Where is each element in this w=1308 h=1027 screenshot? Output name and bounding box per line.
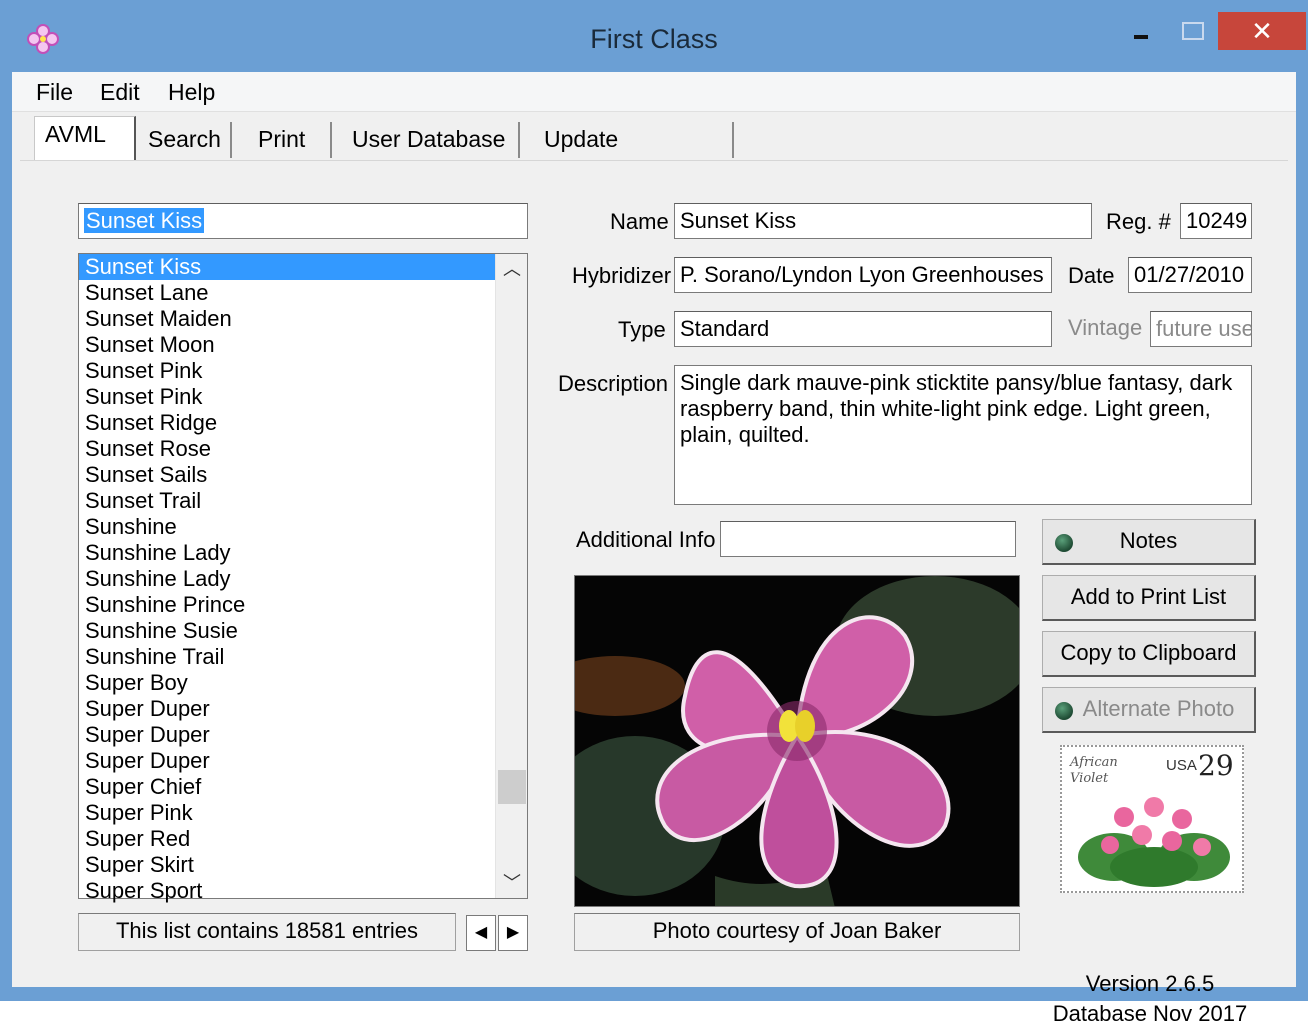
title-bar[interactable]: First Class ✕ (0, 0, 1308, 72)
triangle-left-icon: ◀ (474, 924, 488, 941)
hybridizer-label: Hybridizer (572, 263, 672, 288)
photo-caption: Photo courtesy of Joan Baker (574, 913, 1020, 951)
scroll-thumb[interactable] (498, 770, 526, 804)
tab-search[interactable]: Search (138, 122, 232, 158)
led-indicator-icon (1055, 702, 1073, 720)
date-field[interactable]: 01/27/2010 (1128, 257, 1252, 293)
copy-to-clipboard-button[interactable]: Copy to Clipboard (1042, 631, 1256, 677)
tab-user-database[interactable]: User Database (342, 122, 520, 158)
list-item[interactable]: Sunset Sails (79, 462, 495, 488)
notes-button[interactable]: Notes (1042, 519, 1256, 565)
notes-button-label: Notes (1119, 528, 1178, 553)
variety-list-items: Sunset Kiss Sunset Lane Sunset Maiden Sunse… (79, 254, 495, 904)
window-title: First Class (590, 24, 718, 54)
led-indicator-icon (1055, 534, 1073, 552)
menu-file[interactable]: File (36, 79, 73, 106)
app-window: First Class ✕ File Edit Help AVML Search… (0, 0, 1308, 1026)
search-input-text: Sunset Kiss (84, 208, 205, 233)
menu-bar: File Edit Help (12, 72, 1296, 112)
name-label: Name (610, 209, 669, 234)
database-date-label: Database Nov 2017 (1052, 1001, 1248, 1026)
chevron-up-icon[interactable]: ︿ (496, 254, 528, 284)
additional-info-label: Additional Info (576, 527, 716, 552)
vintage-field: future use (1150, 311, 1252, 347)
close-icon: ✕ (1251, 16, 1273, 46)
list-item[interactable]: Super Red (79, 826, 495, 852)
close-button[interactable]: ✕ (1218, 12, 1306, 50)
list-item[interactable]: Sunset Trail (79, 488, 495, 514)
minimize-button[interactable] (1120, 14, 1166, 50)
list-item[interactable]: Sunshine Trail (79, 644, 495, 670)
list-item[interactable]: Sunset Rose (79, 436, 495, 462)
list-item[interactable]: Super Skirt (79, 852, 495, 878)
list-item[interactable]: Super Boy (79, 670, 495, 696)
list-item[interactable]: Super Duper (79, 696, 495, 722)
description-label: Description (558, 371, 669, 396)
stamp-usa: USA (1166, 757, 1197, 774)
violet-photo (574, 575, 1020, 907)
prev-button[interactable]: ◀ (466, 915, 496, 951)
list-item[interactable]: Sunset Maiden (79, 306, 495, 332)
list-item[interactable]: Super Duper (79, 722, 495, 748)
date-label: Date (1068, 263, 1115, 288)
menu-edit[interactable]: Edit (100, 79, 140, 106)
additional-info-field[interactable] (720, 521, 1016, 557)
version-label: Version 2.6.5 (1085, 971, 1215, 996)
list-item[interactable]: Sunshine Prince (79, 592, 495, 618)
maximize-button[interactable] (1170, 14, 1214, 50)
list-item[interactable]: Super Chief (79, 774, 495, 800)
add-to-print-list-button[interactable]: Add to Print List (1042, 575, 1256, 621)
name-field[interactable]: Sunset Kiss (674, 203, 1092, 239)
list-item[interactable]: Super Pink (79, 800, 495, 826)
stamp-line1: African (1070, 755, 1118, 770)
list-item[interactable]: Sunshine Lady (79, 566, 495, 592)
tab-print[interactable]: Print (248, 122, 332, 158)
list-count-status: This list contains 18581 entries (78, 913, 456, 951)
type-label: Type (618, 317, 666, 342)
reg-number-field[interactable]: 10249 (1180, 203, 1252, 239)
stamp-line2: Violet (1070, 771, 1109, 786)
list-item[interactable]: Super Duper (79, 748, 495, 774)
tab-avml[interactable]: AVML (34, 116, 136, 160)
search-input[interactable]: Sunset Kiss (78, 203, 528, 239)
next-button[interactable]: ▶ (498, 915, 528, 951)
list-item[interactable]: Super Sport (79, 878, 495, 904)
client-area: File Edit Help AVML Search Print User Da… (12, 72, 1296, 1026)
list-item[interactable]: Sunset Pink (79, 384, 495, 410)
chevron-down-icon[interactable]: ﹀ (496, 868, 528, 898)
alternate-photo-label: Alternate Photo (1082, 696, 1235, 721)
menu-help[interactable]: Help (168, 79, 215, 106)
violet-bouquet-icon (1078, 797, 1230, 887)
avml-panel: Sunset Kiss Sunset Kiss Sunset Lane Sunset… (20, 160, 1288, 1026)
list-scrollbar[interactable]: ︿ ﹀ (495, 254, 527, 898)
description-field[interactable]: Single dark mauve-pink sticktite pansy/b… (674, 365, 1252, 505)
triangle-right-icon: ▶ (506, 924, 520, 941)
usa-stamp-image: African Violet USA 29 (1060, 745, 1244, 893)
list-item[interactable]: Sunset Lane (79, 280, 495, 306)
list-item[interactable]: Sunset Kiss (79, 254, 495, 280)
hybridizer-field[interactable]: P. Sorano/Lyndon Lyon Greenhouses (674, 257, 1052, 293)
list-item[interactable]: Sunset Moon (79, 332, 495, 358)
list-item[interactable]: Sunset Pink (79, 358, 495, 384)
type-field[interactable]: Standard (674, 311, 1052, 347)
list-item[interactable]: Sunshine (79, 514, 495, 540)
tab-strip: AVML Search Print User Database Update D… (12, 116, 1296, 186)
list-item[interactable]: Sunset Ridge (79, 410, 495, 436)
vintage-label: Vintage (1068, 315, 1143, 340)
list-item[interactable]: Sunshine Lady (79, 540, 495, 566)
tab-update-database[interactable]: Update Database (534, 122, 734, 186)
variety-list[interactable]: Sunset Kiss Sunset Lane Sunset Maiden Sunse… (78, 253, 528, 903)
african-violet-image (575, 576, 1019, 906)
reg-label: Reg. # (1106, 209, 1171, 234)
stamp-value: 29 (1198, 749, 1234, 782)
alternate-photo-button[interactable]: Alternate Photo (1042, 687, 1256, 733)
list-item[interactable]: Sunshine Susie (79, 618, 495, 644)
